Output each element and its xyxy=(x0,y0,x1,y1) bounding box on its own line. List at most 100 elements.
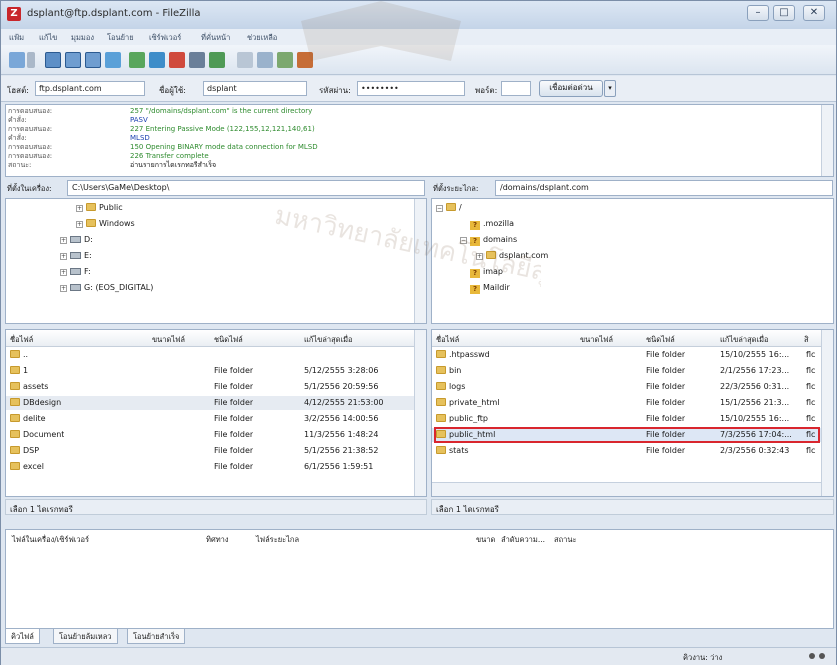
table-row[interactable]: assets File folder 5/1/2556 20:59:56 xyxy=(6,380,416,394)
table-row[interactable]: private_html File folder 15/1/2556 21:3.… xyxy=(432,396,823,410)
expand-icon[interactable]: + xyxy=(476,253,483,260)
port-input[interactable] xyxy=(501,81,531,96)
process-queue-icon[interactable] xyxy=(149,52,165,68)
remote-list-scrollbar[interactable] xyxy=(821,330,833,496)
close-button[interactable]: ✕ xyxy=(803,5,825,21)
table-row[interactable]: delite File folder 3/2/2556 14:00:56 xyxy=(6,412,416,426)
maximize-button[interactable]: □ xyxy=(773,5,795,21)
collapse-icon[interactable]: − xyxy=(460,237,467,244)
local-tree-node[interactable]: + F: xyxy=(60,267,91,276)
column-header-filesize[interactable]: ขนาดไฟล์ xyxy=(580,334,613,346)
remote-tree-node[interactable]: −? domains xyxy=(460,235,517,246)
tab-queued-files[interactable]: คิวไฟล์ xyxy=(5,629,40,644)
remote-list-hscrollbar[interactable] xyxy=(432,482,823,496)
queue-column-remote[interactable]: ไฟล์ระยะไกล xyxy=(256,534,299,546)
table-row[interactable]: 1 File folder 5/12/2555 3:28:06 xyxy=(6,364,416,378)
queue-icon[interactable] xyxy=(105,52,121,68)
filter-icon[interactable] xyxy=(237,52,253,68)
remote-tree-node[interactable]: ? imap xyxy=(470,267,503,278)
remote-tree-node[interactable]: + dsplant.com xyxy=(476,251,548,260)
message-log-icon[interactable] xyxy=(45,52,61,68)
drive-icon xyxy=(70,284,81,291)
log-scrollbar[interactable] xyxy=(821,105,833,176)
table-row[interactable]: logs File folder 22/3/2556 0:31... flc xyxy=(432,380,823,394)
reconnect-icon[interactable] xyxy=(209,52,225,68)
menu-help[interactable]: ช่วยเหลือ xyxy=(247,32,277,44)
quickconnect-button[interactable]: เชื่อมต่อด่วน xyxy=(539,80,603,97)
host-input[interactable]: ftp.dsplant.com xyxy=(35,81,145,96)
column-header-modified[interactable]: แก้ไขล่าสุดเมื่อ xyxy=(304,334,353,346)
remote-path-input[interactable]: /domains/dsplant.com xyxy=(495,180,833,196)
column-header-permissions[interactable]: สิ xyxy=(804,334,809,346)
table-row[interactable]: DSP File folder 5/1/2556 21:38:52 xyxy=(6,444,416,458)
folder-icon xyxy=(10,382,20,390)
log-line: สถานะ: อ่านรายการไดเรกทอรีสำเร็จ xyxy=(8,161,217,169)
compare-icon[interactable] xyxy=(257,52,273,68)
unknown-folder-icon: ? xyxy=(470,269,480,278)
tab-successful-transfers[interactable]: โอนย้ายสำเร็จ xyxy=(127,629,186,644)
remote-tree-node[interactable]: ? Maildir xyxy=(470,283,510,294)
menu-file[interactable]: แฟ้ม xyxy=(9,32,24,44)
table-row[interactable]: excel File folder 6/1/2556 1:59:51 xyxy=(6,460,416,474)
message-log: การตอบสนอง: 257 "/domains/dsplant.com" is… xyxy=(5,104,834,177)
cancel-icon[interactable] xyxy=(169,52,185,68)
table-row[interactable]: public_ftp File folder 15/10/2555 16:...… xyxy=(432,412,823,426)
menu-server[interactable]: เซิร์ฟเวอร์ xyxy=(149,32,181,44)
table-row[interactable]: .htpasswd File folder 15/10/2555 16:... … xyxy=(432,348,823,362)
local-tree-scrollbar[interactable] xyxy=(414,199,426,323)
expand-icon[interactable]: + xyxy=(76,221,83,228)
filezilla-window: Z dsplant@ftp.dsplant.com - FileZilla – … xyxy=(0,0,837,665)
remote-tree-node[interactable]: − / xyxy=(436,203,462,212)
column-header-filesize[interactable]: ขนาดไฟล์ xyxy=(152,334,185,346)
queue-column-size[interactable]: ขนาด xyxy=(476,534,495,546)
table-row[interactable]: DBdesign File folder 4/12/2555 21:53:00 xyxy=(6,396,416,410)
local-list-scrollbar[interactable] xyxy=(414,330,426,496)
expand-icon[interactable]: + xyxy=(60,269,67,276)
menu-view[interactable]: มุมมอง xyxy=(71,32,94,44)
table-row[interactable]: bin File folder 2/1/2556 17:23... flc xyxy=(432,364,823,378)
search-icon[interactable] xyxy=(297,52,313,68)
queue-column-priority[interactable]: ลำดับความ... xyxy=(501,534,545,546)
tab-failed-transfers[interactable]: โอนย้ายล้มเหลว xyxy=(53,629,118,644)
remote-tree-icon[interactable] xyxy=(85,52,101,68)
menu-transfer[interactable]: โอนย้าย xyxy=(107,32,134,44)
column-header-filetype[interactable]: ชนิดไฟล์ xyxy=(214,334,243,346)
minimize-button[interactable]: – xyxy=(747,5,769,21)
expand-icon[interactable]: + xyxy=(60,237,67,244)
local-tree-icon[interactable] xyxy=(65,52,81,68)
column-header-modified[interactable]: แก้ไขล่าสุดเมื่อ xyxy=(720,334,769,346)
username-input[interactable]: dsplant xyxy=(203,81,307,96)
local-path-input[interactable]: C:\Users\GaMe\Desktop\ xyxy=(67,180,425,196)
password-input[interactable]: •••••••• xyxy=(357,81,465,96)
local-tree-node[interactable]: + Public xyxy=(76,203,123,212)
column-header-filetype[interactable]: ชนิดไฟล์ xyxy=(646,334,675,346)
expand-icon[interactable]: + xyxy=(76,205,83,212)
column-header-filename[interactable]: ชื่อไฟล์ xyxy=(10,334,33,346)
dropdown-icon[interactable] xyxy=(27,52,35,68)
remote-list-header: ชื่อไฟล์ ขนาดไฟล์ ชนิดไฟล์ แก้ไขล่าสุดเม… xyxy=(432,330,823,347)
quickconnect-dropdown[interactable]: ▾ xyxy=(604,80,616,97)
refresh-icon[interactable] xyxy=(129,52,145,68)
column-header-filename[interactable]: ชื่อไฟล์ xyxy=(436,334,459,346)
highlight-box xyxy=(434,427,820,443)
local-tree-node[interactable]: + Windows xyxy=(76,219,135,228)
site-manager-icon[interactable] xyxy=(9,52,25,68)
sync-browse-icon[interactable] xyxy=(277,52,293,68)
collapse-icon[interactable]: − xyxy=(436,205,443,212)
queue-column-direction[interactable]: ทิศทาง xyxy=(206,534,229,546)
table-row[interactable]: stats File folder 2/3/2556 0:32:43 flc xyxy=(432,444,823,458)
local-tree-node[interactable]: + G: (EOS_DIGITAL) xyxy=(60,283,153,292)
local-tree-node[interactable]: + E: xyxy=(60,251,92,260)
table-row[interactable]: Document File folder 11/3/2556 1:48:24 xyxy=(6,428,416,442)
folder-icon xyxy=(10,366,20,374)
menu-bookmarks[interactable]: ที่คั่นหน้า xyxy=(201,32,230,44)
table-row[interactable]: .. xyxy=(6,348,416,362)
queue-column-status[interactable]: สถานะ xyxy=(554,534,577,546)
queue-column-file[interactable]: ไฟล์ในเครื่อง/เซิร์ฟเวอร์ xyxy=(12,534,89,546)
expand-icon[interactable]: + xyxy=(60,253,67,260)
remote-tree-node[interactable]: ? .mozilla xyxy=(470,219,514,230)
expand-icon[interactable]: + xyxy=(60,285,67,292)
disconnect-icon[interactable] xyxy=(189,52,205,68)
local-tree-node[interactable]: + D: xyxy=(60,235,93,244)
menu-edit[interactable]: แก้ไข xyxy=(39,32,57,44)
